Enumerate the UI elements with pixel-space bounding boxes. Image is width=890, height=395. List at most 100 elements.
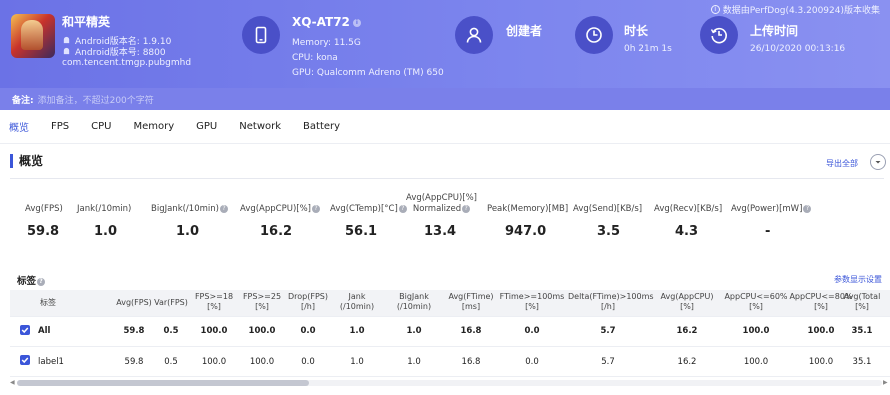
table-cell: 35.1: [852, 357, 872, 367]
divider: [10, 178, 884, 179]
stat-avg-power: Avg(Power)[mW]? -: [731, 204, 812, 239]
help-icon[interactable]: ?: [311, 204, 320, 213]
device-gpu: GPU: Qualcomm Adreno (TM) 650: [292, 68, 444, 78]
tab-memory[interactable]: Memory: [133, 121, 174, 132]
help-icon[interactable]: ?: [219, 204, 228, 213]
stat-label-2: Normalized: [412, 204, 462, 214]
table-cell: 1.0: [407, 357, 421, 367]
note-label: 备注:: [12, 95, 34, 106]
column-header-line1: Avg(AppCPU): [660, 292, 714, 301]
row-label: label1: [38, 357, 64, 367]
stat-value: 1.0: [176, 224, 200, 239]
note-input[interactable]: 添加备注，不超过200个字符: [38, 93, 154, 106]
tab-battery[interactable]: Battery: [303, 121, 340, 132]
stat-label: Avg(AppCPU)[%]: [240, 204, 311, 214]
tab-overview[interactable]: 概览: [9, 119, 29, 134]
device-title: XQ-AT72 i: [292, 15, 361, 29]
tags-title-text: 标签: [17, 276, 37, 287]
table-cell: 16.8: [460, 326, 482, 336]
info-icon[interactable]: i: [352, 18, 361, 27]
stat-value: 16.2: [260, 224, 293, 239]
upload-time: 26/10/2020 00:13:16: [750, 44, 846, 54]
note-bar[interactable]: 备注: 添加备注，不超过200个字符: [0, 88, 890, 110]
column-header: Delta(FTime)>100ms [/h]: [568, 292, 654, 312]
stat-label-wrap: Avg(Power)[mW]?: [731, 204, 812, 215]
row-checkbox[interactable]: [20, 325, 30, 335]
phone-icon: [242, 16, 280, 54]
column-header: Avg(AppCPU) [%]: [647, 292, 727, 312]
tab-gpu[interactable]: GPU: [196, 121, 217, 132]
table-cell: 35.1: [851, 326, 873, 336]
table-cell: 1.0: [349, 326, 365, 336]
stat-label-wrap: Avg(CTemp)[°C]?: [330, 204, 407, 215]
stat-label: BigJank(/10min): [151, 204, 219, 214]
help-icon[interactable]: ?: [462, 204, 471, 213]
table-cell: 5.7: [600, 326, 616, 336]
row-divider: [10, 316, 890, 317]
column-header-line1: Delta(FTime)>100ms: [568, 292, 654, 301]
stat-label: Avg(AppCPU)[%]: [406, 193, 477, 203]
app-name: 和平精英: [62, 15, 111, 29]
duration-title: 时长: [624, 24, 649, 38]
history-icon: [700, 16, 738, 54]
column-header: Avg(Total [%]: [822, 292, 890, 312]
checkmark-icon: [21, 357, 29, 364]
android-icon: [63, 47, 70, 55]
data-source-text: 数据由PerfDog(4.3.200924)版本收集: [722, 6, 880, 16]
stat-bigjank: BigJank(/10min)? 1.0: [151, 204, 228, 239]
tags-title: 标签?: [17, 273, 46, 287]
column-header-line2: [%]: [525, 302, 539, 311]
row-divider: [10, 346, 890, 347]
device-memory: Memory: 11.5G: [292, 38, 361, 48]
export-all-link[interactable]: 导出全部: [826, 158, 858, 169]
column-settings-link[interactable]: 参数显示设置: [834, 274, 882, 285]
stat-label-wrap: Normalized?: [406, 204, 477, 215]
tab-cpu[interactable]: CPU: [91, 121, 111, 132]
stat-avg-ctemp: Avg(CTemp)[°C]? 56.1: [330, 204, 407, 239]
column-header-line2: [%]: [855, 302, 869, 311]
table-cell: 100.0: [743, 357, 769, 367]
tab-bar: 概览 FPS CPU Memory GPU Network Battery: [0, 110, 890, 144]
device-model: XQ-AT72: [292, 15, 350, 29]
android-icon: [63, 36, 70, 44]
info-circle-icon: i: [710, 5, 720, 14]
column-header: FTime>=100ms [%]: [492, 292, 572, 312]
table-cell: 100.0: [742, 326, 770, 336]
table-cell: 1.0: [406, 326, 422, 336]
stat-label: Avg(FPS): [25, 204, 63, 214]
clock-icon: [575, 16, 613, 54]
stat-avg-appcpu-normalized: Avg(AppCPU)[%] Normalized? 13.4: [406, 193, 477, 239]
tab-fps[interactable]: FPS: [51, 121, 69, 132]
stat-avg-recv: Avg(Recv)[KB/s] 4.3: [654, 204, 723, 239]
user-icon: [455, 16, 493, 54]
tab-network[interactable]: Network: [239, 121, 281, 132]
row-checkbox[interactable]: [20, 355, 30, 365]
stat-label-wrap: BigJank(/10min)?: [151, 204, 228, 215]
upload-title: 上传时间: [750, 24, 799, 38]
stat-avg-fps: Avg(FPS) 59.8: [25, 204, 63, 239]
stat-value: 3.5: [597, 224, 621, 239]
column-header-line2: [/h]: [600, 302, 615, 311]
package-name: com.tencent.tmgp.pubgmhd: [62, 58, 192, 68]
stat-value: -: [765, 224, 771, 239]
table-cell: 0.0: [524, 326, 540, 336]
scrollbar-thumb[interactable]: [17, 380, 309, 386]
stat-value: 56.1: [345, 224, 378, 239]
creator-title: 创建者: [506, 24, 543, 38]
stat-label: Avg(Recv)[KB/s]: [654, 204, 723, 214]
report-header: 和平精英 Android版本名: 1.9.10 Android版本号: 8800…: [0, 0, 890, 88]
stat-value: 1.0: [94, 224, 118, 239]
stat-value: 4.3: [675, 224, 699, 239]
scroll-left-arrow-icon[interactable]: ◀: [10, 379, 15, 386]
table-cell: 1.0: [350, 357, 364, 367]
stat-value: 947.0: [505, 224, 547, 239]
collapse-button[interactable]: [870, 154, 886, 170]
help-icon[interactable]: ?: [803, 204, 812, 213]
help-icon[interactable]: ?: [37, 277, 46, 286]
chevron-down-icon: [875, 161, 881, 164]
stat-value: 59.8: [27, 224, 60, 239]
stat-label-wrap: Avg(AppCPU)[%]?: [240, 204, 320, 215]
column-header-line1: 标签: [40, 298, 56, 307]
stat-label: Avg(Send)[KB/s]: [573, 204, 643, 214]
scroll-right-arrow-icon[interactable]: ▶: [883, 379, 888, 386]
